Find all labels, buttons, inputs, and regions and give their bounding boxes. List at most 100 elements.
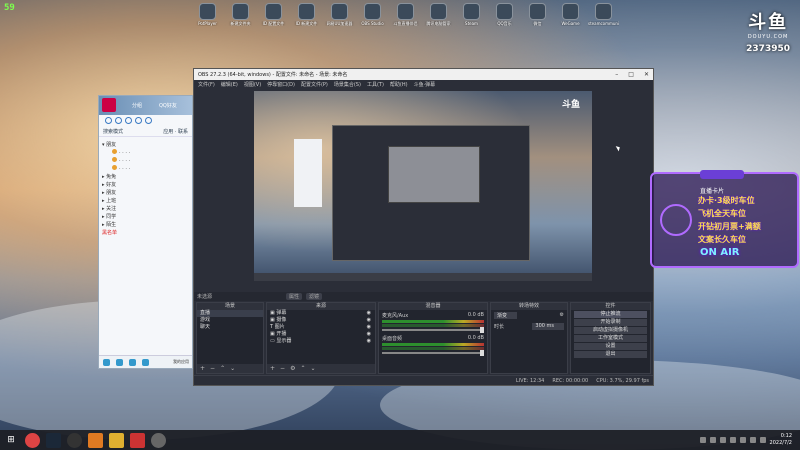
desktop-icon[interactable]: Steam xyxy=(456,3,487,26)
game-icon[interactable] xyxy=(130,432,145,448)
eye-icon[interactable]: ◉ xyxy=(367,331,371,338)
qq-group[interactable]: ▸ 陌生 xyxy=(102,221,189,229)
desktop-icon[interactable]: 微信 xyxy=(522,3,553,26)
desktop-icon[interactable]: steamcommunity xyxy=(588,3,619,26)
qq-group[interactable]: ▸ 关注 xyxy=(102,205,189,213)
tray-icon[interactable] xyxy=(699,437,706,443)
qq-search[interactable]: 搜索模式 应用 · 联系 xyxy=(99,127,192,137)
menu-item[interactable]: 视图(V) xyxy=(244,81,261,88)
qq-search-right[interactable]: 应用 · 联系 xyxy=(163,128,188,135)
remove-icon[interactable]: − xyxy=(280,365,285,372)
qq-group[interactable]: ▸ 好友 xyxy=(102,181,189,189)
volume-slider[interactable] xyxy=(382,327,484,333)
desktop-icon[interactable]: WeGame xyxy=(555,3,586,26)
chrome-icon[interactable] xyxy=(25,432,40,448)
qq-group[interactable]: ▸ 免免 xyxy=(102,173,189,181)
exit-button[interactable]: 退出 xyxy=(574,351,647,358)
tray-icon[interactable] xyxy=(739,437,746,443)
source-item[interactable]: T 图片 ◉ xyxy=(267,324,375,331)
scene-item[interactable]: 直播 xyxy=(197,310,263,317)
close-icon[interactable]: ✕ xyxy=(644,71,649,78)
scene-item[interactable]: 游戏 xyxy=(197,317,263,324)
list-item[interactable]: · · · · xyxy=(102,149,189,157)
menu-item[interactable]: 配置文件(P) xyxy=(301,81,328,88)
qq-group[interactable]: ▸ 同学 xyxy=(102,213,189,221)
down-icon[interactable]: ⌄ xyxy=(310,365,315,372)
desktop-icon[interactable]: ID 新建文件 xyxy=(291,3,322,26)
contacts-icon[interactable] xyxy=(105,117,112,124)
network-icon[interactable] xyxy=(759,437,766,443)
add-icon[interactable]: + xyxy=(270,365,275,372)
menu-icon[interactable] xyxy=(103,358,110,366)
desktop-icon[interactable]: 腾讯电脑管家 xyxy=(423,3,454,26)
up-icon[interactable]: ⌃ xyxy=(220,365,225,372)
qq-blacklist[interactable]: 黑名单 xyxy=(102,229,189,237)
browser-icon[interactable] xyxy=(151,432,166,448)
desktop-icon[interactable]: 斗鱼直播伴侣 xyxy=(390,3,421,26)
search-icon[interactable] xyxy=(145,117,152,124)
list-item[interactable]: · · · · xyxy=(102,165,189,173)
menu-item[interactable]: 帮助(H) xyxy=(390,81,408,88)
obs-window[interactable]: OBS 27.2.3 (64-bit, windows) - 配置文件: 未命名… xyxy=(193,68,654,386)
minimize-icon[interactable]: – xyxy=(615,71,618,78)
source-item[interactable]: ▣ 开播 ◉ xyxy=(267,331,375,338)
tray-icon[interactable] xyxy=(729,437,736,443)
virtual-camera-button[interactable]: 启动虚拟摄像机 xyxy=(574,327,647,334)
qq-group[interactable]: ▾ 朋友 xyxy=(102,141,189,149)
add-icon[interactable]: + xyxy=(200,365,205,372)
qq-group[interactable]: ▸ 朋友 xyxy=(102,189,189,197)
steam-icon[interactable] xyxy=(46,432,61,448)
remove-icon[interactable]: − xyxy=(210,365,215,372)
start-recording-button[interactable]: 开始录制 xyxy=(574,319,647,326)
tray-icon[interactable] xyxy=(719,437,726,443)
qq-tab-group[interactable]: 分组 xyxy=(132,102,142,109)
up-icon[interactable]: ⌃ xyxy=(300,365,305,372)
list-item[interactable]: · · · · xyxy=(102,157,189,165)
eye-icon[interactable]: ◉ xyxy=(367,310,371,317)
folder-icon[interactable] xyxy=(109,432,124,448)
avatar[interactable] xyxy=(102,98,116,112)
filters-button[interactable]: 滤镜 xyxy=(306,293,323,300)
down-icon[interactable]: ⌄ xyxy=(230,365,235,372)
obs-titlebar[interactable]: OBS 27.2.3 (64-bit, windows) - 配置文件: 未命名… xyxy=(194,69,653,80)
qq-tab-friends[interactable]: QQ好友 xyxy=(159,102,177,109)
menu-item[interactable]: 场景集合(S) xyxy=(334,81,361,88)
desktop-icon[interactable]: QQ音乐 xyxy=(489,3,520,26)
obs-preview[interactable]: 斗鱼 xyxy=(254,91,592,281)
file-icon[interactable] xyxy=(129,358,136,366)
scene-item[interactable]: 聊天 xyxy=(197,324,263,331)
source-item[interactable]: ▭ 显示器 ◉ xyxy=(267,338,375,345)
menu-item[interactable]: 停靠窗口(D) xyxy=(267,81,295,88)
qq-panel[interactable]: 分组 QQ好友 搜索模式 应用 · 联系 ▾ 朋友 · · · · · · · … xyxy=(98,95,193,369)
menu-item[interactable]: 文件(F) xyxy=(198,81,215,88)
desktop-icon[interactable]: 网易UU加速器 xyxy=(324,3,355,26)
properties-button[interactable]: 属性 xyxy=(286,293,303,300)
eye-icon[interactable]: ◉ xyxy=(367,338,371,345)
settings-icon[interactable] xyxy=(142,358,149,366)
desktop-icon[interactable]: 新建文件夹 xyxy=(225,3,256,26)
desktop-icon[interactable]: ID 配置文件 xyxy=(258,3,289,26)
menu-item[interactable]: 斗鱼·弹幕 xyxy=(414,81,436,88)
gear-icon[interactable]: ⚙ xyxy=(290,365,295,372)
volume-icon[interactable] xyxy=(749,437,756,443)
duration-input[interactable]: 300 ms xyxy=(532,323,564,330)
stop-streaming-button[interactable]: 停止推流 xyxy=(574,311,647,318)
gear-icon[interactable]: ⚙ xyxy=(560,312,564,319)
eye-icon[interactable]: ◉ xyxy=(367,324,371,331)
desktop-icon[interactable]: OBS Studio xyxy=(357,3,388,26)
transition-select[interactable]: 渐变 xyxy=(494,312,518,319)
my-apps-label[interactable]: 我的应用 xyxy=(173,359,189,365)
space-icon[interactable] xyxy=(115,117,122,124)
desktop-icon[interactable]: PotPlayer xyxy=(192,3,223,26)
settings-button[interactable]: 设置 xyxy=(574,343,647,350)
source-item[interactable]: ▣ 弹幕 ◉ xyxy=(267,310,375,317)
clock[interactable]: 0:12 2022/7/2 xyxy=(770,433,792,447)
app-icon[interactable] xyxy=(88,432,103,448)
mail-icon[interactable] xyxy=(125,117,132,124)
maximize-icon[interactable]: □ xyxy=(628,71,634,78)
start-button[interactable]: ⊞ xyxy=(0,430,22,450)
studio-mode-button[interactable]: 工作室模式 xyxy=(574,335,647,342)
menu-item[interactable]: 编辑(E) xyxy=(221,81,238,88)
source-item[interactable]: ▣ 摄像 ◉ xyxy=(267,317,375,324)
files-icon[interactable] xyxy=(135,117,142,124)
